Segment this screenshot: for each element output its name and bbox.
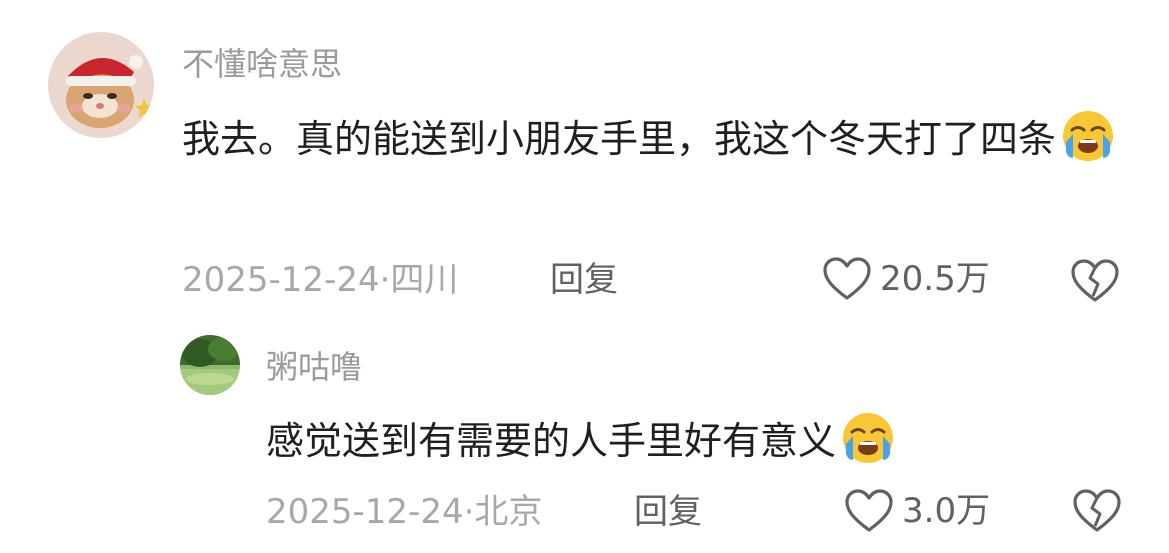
like-button[interactable]: 3.0万 — [844, 488, 990, 534]
like-button[interactable]: 20.5万 — [822, 256, 990, 302]
loudly-crying-face-icon — [1063, 111, 1114, 161]
comment-thread: 不懂啥意思 我去。真的能送到小朋友手里，我这个冬天打了四条 2025-12-24… — [0, 0, 1169, 553]
comment-meta: 2025-12-24·四川 — [182, 258, 458, 302]
avatar[interactable] — [48, 32, 154, 138]
meta-separator: · — [463, 492, 475, 532]
comment-location: 北京 — [474, 492, 543, 532]
meta-separator: · — [379, 260, 391, 300]
comment-text-body: 感觉送到有需要的人手里好有意义 — [266, 419, 837, 463]
heart-icon — [845, 489, 893, 532]
comment-meta: 2025-12-24·北京 — [266, 490, 542, 534]
comment-date: 2025-12-24 — [266, 492, 464, 532]
username[interactable]: 粥咕噜 — [266, 347, 362, 387]
broken-heart-icon[interactable] — [1070, 258, 1120, 304]
comment-location: 四川 — [390, 260, 459, 300]
like-count: 3.0万 — [902, 491, 991, 531]
heart-icon — [823, 257, 871, 300]
comment-text: 我去。真的能送到小朋友手里，我这个冬天打了四条 — [182, 108, 1122, 168]
comment-text-body: 我去。真的能送到小朋友手里，我这个冬天打了四条 — [182, 117, 1057, 161]
avatar[interactable] — [180, 335, 240, 395]
broken-heart-icon[interactable] — [1072, 488, 1122, 534]
username[interactable]: 不懂啥意思 — [182, 44, 342, 84]
reply-button[interactable]: 回复 — [550, 258, 618, 302]
reply-button[interactable]: 回复 — [634, 490, 702, 534]
loudly-crying-face-icon — [843, 413, 894, 463]
comment-date: 2025-12-24 — [182, 260, 380, 300]
comment-text: 感觉送到有需要的人手里好有意义 — [266, 410, 1126, 470]
like-count: 20.5万 — [880, 259, 990, 299]
